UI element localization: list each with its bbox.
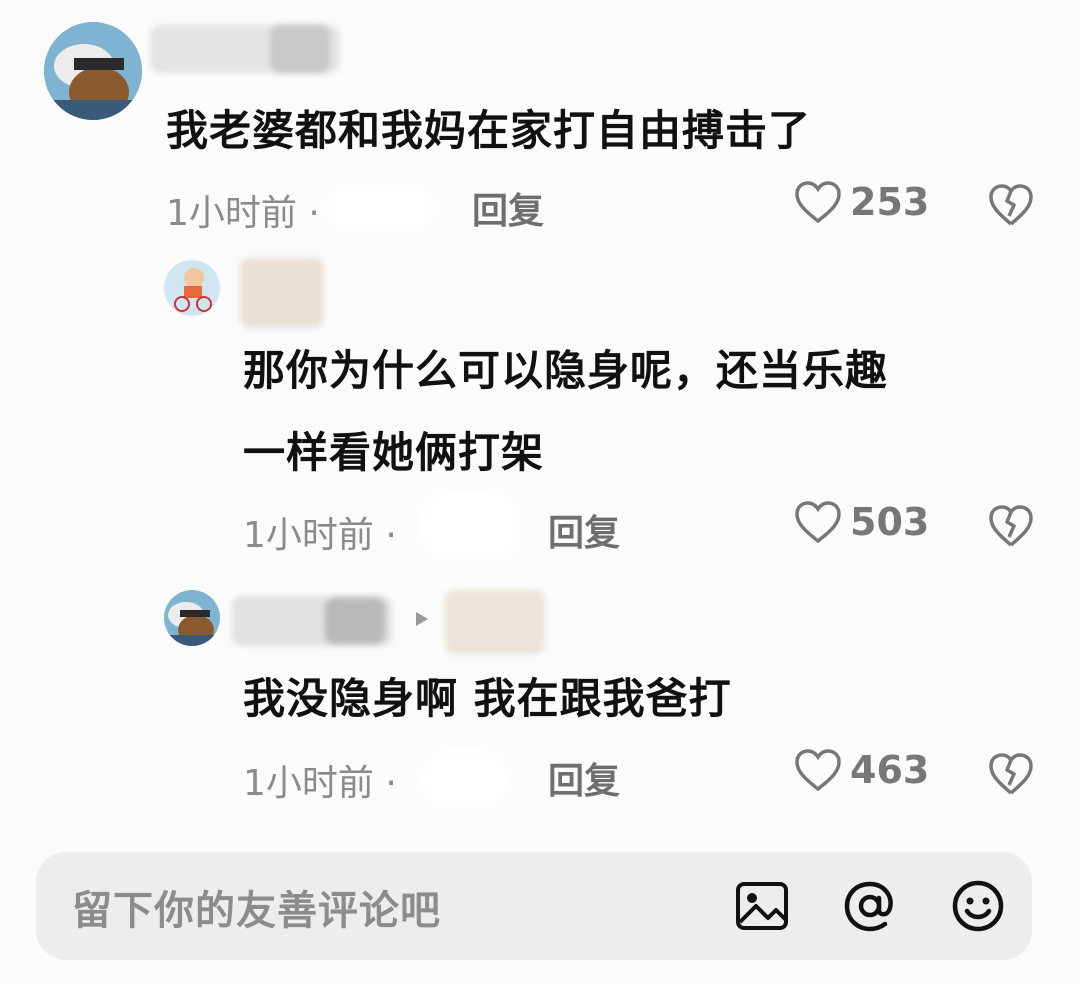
reply-target-blurred[interactable]	[445, 590, 545, 654]
comment-text: 我老婆都和我妈在家打自由搏击了	[166, 106, 812, 155]
comment-time: 1小时前 ·	[166, 193, 320, 234]
avatar-image	[164, 590, 220, 646]
heart-icon	[795, 181, 841, 224]
comment-text: 我没隐身啊 我在跟我爸打	[243, 674, 732, 723]
avatar[interactable]	[164, 590, 220, 646]
like-button[interactable]: 253	[794, 180, 929, 224]
avatar-image	[164, 260, 220, 316]
avatar-image	[44, 22, 142, 120]
reply-button[interactable]: 回复	[548, 504, 620, 556]
location-blurred	[325, 185, 435, 233]
comment-input-placeholder[interactable]: 留下你的友善评论吧	[72, 878, 441, 936]
avatar[interactable]	[44, 22, 142, 120]
like-count: 503	[850, 500, 930, 544]
broken-heart-icon[interactable]	[988, 183, 1034, 227]
broken-heart-icon[interactable]	[988, 752, 1034, 796]
at-icon[interactable]	[842, 878, 898, 934]
comment-time: 1小时前 ·	[243, 515, 397, 556]
comment-input-bar[interactable]: 留下你的友善评论吧	[36, 852, 1032, 960]
username-blurred-2	[325, 598, 385, 644]
like-count: 463	[850, 748, 930, 792]
comment-text-line1: 那你为什么可以隐身呢，还当乐趣	[243, 346, 889, 395]
image-icon[interactable]	[734, 878, 790, 934]
location-blurred	[420, 750, 510, 808]
location-blurred	[420, 490, 520, 560]
avatar[interactable]	[164, 260, 220, 316]
reply-button[interactable]: 回复	[472, 182, 544, 234]
username-blurred[interactable]	[240, 258, 324, 328]
comment-time: 1小时前 ·	[243, 763, 397, 804]
reply-arrow-icon	[416, 612, 428, 626]
broken-heart-icon[interactable]	[988, 504, 1034, 548]
comment-text-line2: 一样看她俩打架	[243, 428, 545, 477]
like-count: 253	[850, 180, 930, 224]
heart-icon	[795, 501, 841, 544]
heart-icon	[795, 749, 841, 792]
like-button[interactable]: 463	[794, 748, 929, 792]
emoji-icon[interactable]	[950, 878, 1006, 934]
like-button[interactable]: 503	[794, 500, 929, 544]
username-blurred-2	[270, 25, 330, 73]
reply-button[interactable]: 回复	[548, 752, 620, 804]
